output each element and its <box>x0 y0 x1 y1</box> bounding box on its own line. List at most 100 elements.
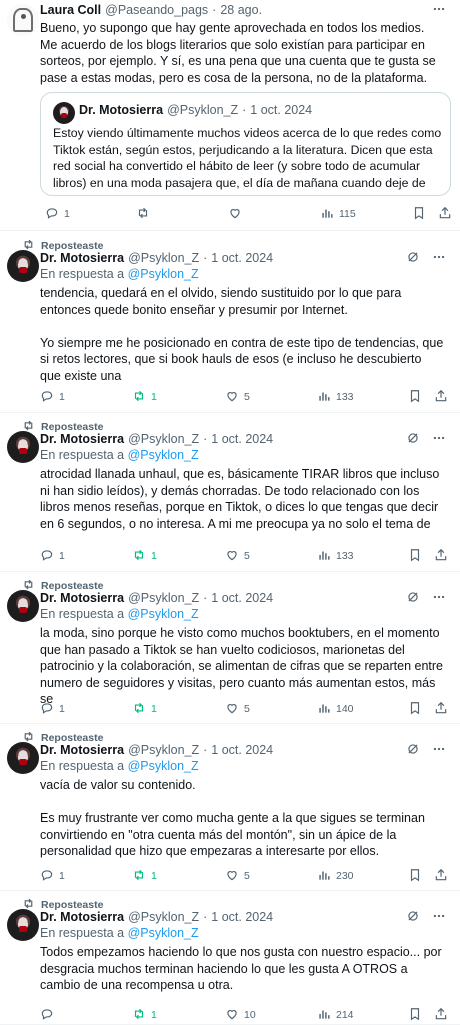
share-icon <box>438 206 452 223</box>
more-icon[interactable] <box>432 590 446 607</box>
reply-mention[interactable]: @Psyklon_Z <box>128 267 199 281</box>
avatar[interactable] <box>7 431 39 463</box>
views-button[interactable]: 133 <box>317 388 354 406</box>
views-button[interactable]: 133 <box>317 547 354 565</box>
more-icon[interactable] <box>432 742 446 759</box>
retweet-icon <box>132 389 146 406</box>
avatar[interactable] <box>7 590 39 622</box>
tweet-date[interactable]: 1 oct. 2024 <box>211 432 273 446</box>
reply-mention[interactable]: @Psyklon_Z <box>128 926 199 940</box>
bookmark-icon <box>408 1007 422 1024</box>
views-button[interactable]: 115 <box>320 205 356 223</box>
author-name[interactable]: Dr. Motosierra <box>40 743 124 757</box>
reply-button[interactable]: 1 <box>40 700 65 718</box>
views-button[interactable]: 230 <box>317 867 354 885</box>
author-name[interactable]: Dr. Motosierra <box>40 910 124 924</box>
grok-icon[interactable] <box>406 431 420 448</box>
grok-icon[interactable] <box>406 909 420 926</box>
reply-button[interactable]: 1 <box>40 547 65 565</box>
reply-context: En respuesta a @Psyklon_Z <box>40 267 199 283</box>
reply-mention[interactable]: @Psyklon_Z <box>128 759 199 773</box>
retweet-button[interactable]: 1 <box>132 867 157 885</box>
author-handle[interactable]: @Psyklon_Z <box>128 432 199 446</box>
tweet[interactable]: Reposteaste Dr. Motosierra @Psyklon_Z · … <box>0 724 460 891</box>
author-handle[interactable]: @Psyklon_Z <box>128 910 199 924</box>
retweet-icon <box>136 206 150 223</box>
tweet[interactable]: Reposteaste Dr. Motosierra @Psyklon_Z · … <box>0 413 460 572</box>
more-icon[interactable] <box>432 909 446 926</box>
author-handle[interactable]: @Paseando_pags <box>105 3 208 17</box>
share-button[interactable] <box>434 388 448 406</box>
avatar[interactable] <box>7 250 39 282</box>
views-button[interactable]: 214 <box>317 1006 354 1024</box>
reply-button[interactable]: 1 <box>45 205 70 223</box>
like-count: 5 <box>244 391 250 403</box>
author-name[interactable]: Dr. Motosierra <box>40 251 124 265</box>
bookmark-icon <box>412 206 426 223</box>
share-icon <box>434 701 448 718</box>
retweet-button[interactable]: 1 <box>132 700 157 718</box>
tweet-date[interactable]: 1 oct. 2024 <box>211 251 273 265</box>
share-button[interactable] <box>438 205 452 223</box>
tweet[interactable]: Laura Coll @Paseando_pags · 28 ago. Buen… <box>0 0 460 231</box>
reply-mention[interactable]: @Psyklon_Z <box>128 448 199 462</box>
reply-button[interactable]: 1 <box>40 867 65 885</box>
avatar[interactable] <box>7 4 39 36</box>
retweet-button[interactable]: 1 <box>132 547 157 565</box>
author-name[interactable]: Dr. Motosierra <box>40 591 124 605</box>
like-button[interactable]: 5 <box>225 388 250 406</box>
views-button[interactable]: 140 <box>317 700 354 718</box>
more-icon[interactable] <box>432 431 446 448</box>
tweet-date[interactable]: 1 oct. 2024 <box>211 910 273 924</box>
bookmark-button[interactable] <box>412 205 426 223</box>
grok-icon[interactable] <box>406 250 420 267</box>
like-button[interactable] <box>228 205 247 223</box>
tweet-header: Dr. Motosierra @Psyklon_Z · 1 oct. 2024 <box>40 910 274 924</box>
like-button[interactable]: 10 <box>225 1006 256 1024</box>
tweet-date[interactable]: 1 oct. 2024 <box>211 743 273 757</box>
reply-button[interactable] <box>40 1006 59 1024</box>
tweet-actions: 1 1 5 133 <box>40 388 450 406</box>
retweet-icon <box>132 548 146 565</box>
bookmark-button[interactable] <box>408 867 422 885</box>
tweet[interactable]: Reposteaste Dr. Motosierra @Psyklon_Z · … <box>0 232 460 413</box>
retweet-button[interactable]: 1 <box>132 388 157 406</box>
grok-icon[interactable] <box>406 590 420 607</box>
grok-icon[interactable] <box>406 742 420 759</box>
author-name[interactable]: Dr. Motosierra <box>40 432 124 446</box>
like-button[interactable]: 5 <box>225 700 250 718</box>
share-button[interactable] <box>434 867 448 885</box>
share-icon <box>434 548 448 565</box>
bookmark-button[interactable] <box>408 547 422 565</box>
share-button[interactable] <box>434 547 448 565</box>
tweet-date[interactable]: 28 ago. <box>220 3 262 17</box>
more-icon[interactable] <box>432 2 446 19</box>
bookmark-button[interactable] <box>408 388 422 406</box>
author-handle[interactable]: @Psyklon_Z <box>128 743 199 757</box>
retweet-button[interactable] <box>136 205 155 223</box>
reply-context: En respuesta a @Psyklon_Z <box>40 607 199 623</box>
tweet-date[interactable]: 1 oct. 2024 <box>211 591 273 605</box>
bookmark-button[interactable] <box>408 700 422 718</box>
like-icon <box>225 548 239 565</box>
tweet[interactable]: Reposteaste Dr. Motosierra @Psyklon_Z · … <box>0 891 460 1025</box>
reply-button[interactable]: 1 <box>40 388 65 406</box>
like-button[interactable]: 5 <box>225 547 250 565</box>
avatar[interactable] <box>7 742 39 774</box>
author-name[interactable]: Laura Coll <box>40 3 101 17</box>
avatar[interactable] <box>7 909 39 941</box>
share-button[interactable] <box>434 1006 448 1024</box>
views-icon <box>317 701 331 718</box>
quoted-tweet[interactable]: Dr. Motosierra @Psyklon_Z · 1 oct. 2024 … <box>40 92 451 196</box>
share-button[interactable] <box>434 700 448 718</box>
reply-mention[interactable]: @Psyklon_Z <box>128 607 199 621</box>
like-button[interactable]: 5 <box>225 867 250 885</box>
tweet-text: la moda, sino porque he visto como mucho… <box>40 626 444 706</box>
tweet[interactable]: Reposteaste Dr. Motosierra @Psyklon_Z · … <box>0 572 460 724</box>
views-icon <box>320 206 334 223</box>
more-icon[interactable] <box>432 250 446 267</box>
bookmark-button[interactable] <box>408 1006 422 1024</box>
author-handle[interactable]: @Psyklon_Z <box>128 251 199 265</box>
author-handle[interactable]: @Psyklon_Z <box>128 591 199 605</box>
retweet-button[interactable]: 1 <box>132 1006 157 1024</box>
